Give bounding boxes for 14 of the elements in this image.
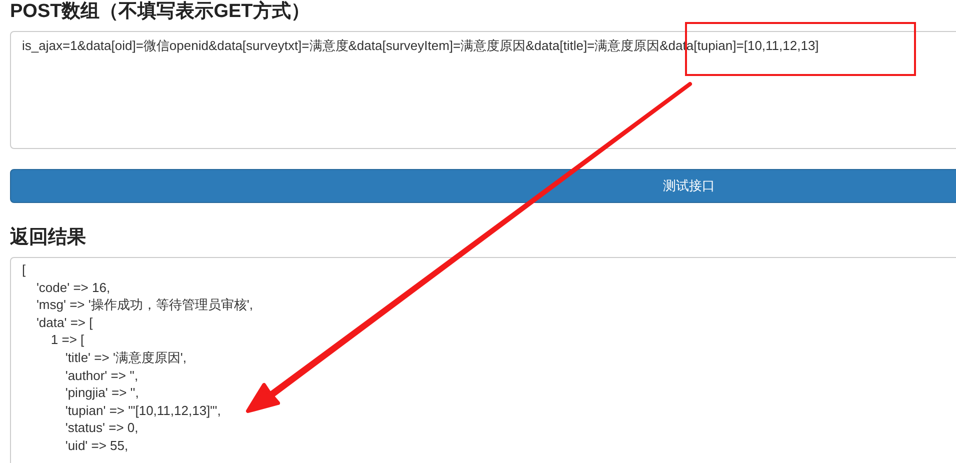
- section-title: POST数组（不填写表示GET方式）: [9, 1, 311, 23]
- code-line: 1 => [: [50, 331, 86, 349]
- test-api-button[interactable]: 测试接口: [10, 169, 956, 203]
- code-line: 'author' => '',: [64, 366, 140, 384]
- section-title: 返回结果: [9, 227, 87, 249]
- code-line: 'pingjia' => '',: [64, 384, 140, 402]
- code-line: 'code' => 16,: [35, 278, 112, 296]
- code-line: [: [22, 261, 27, 279]
- code-line: 'data' => [: [35, 314, 94, 332]
- code-line: 'uid' => 55,: [64, 436, 130, 455]
- code-line: 'tupian' => '"[10,11,12,13]"',: [64, 402, 222, 420]
- code-line: 'msg' => '操作成功，等待管理员审核',: [35, 296, 254, 314]
- code-line: 'title' => '满意度原因',: [64, 348, 188, 367]
- code-line: 'status' => 0,: [64, 419, 140, 437]
